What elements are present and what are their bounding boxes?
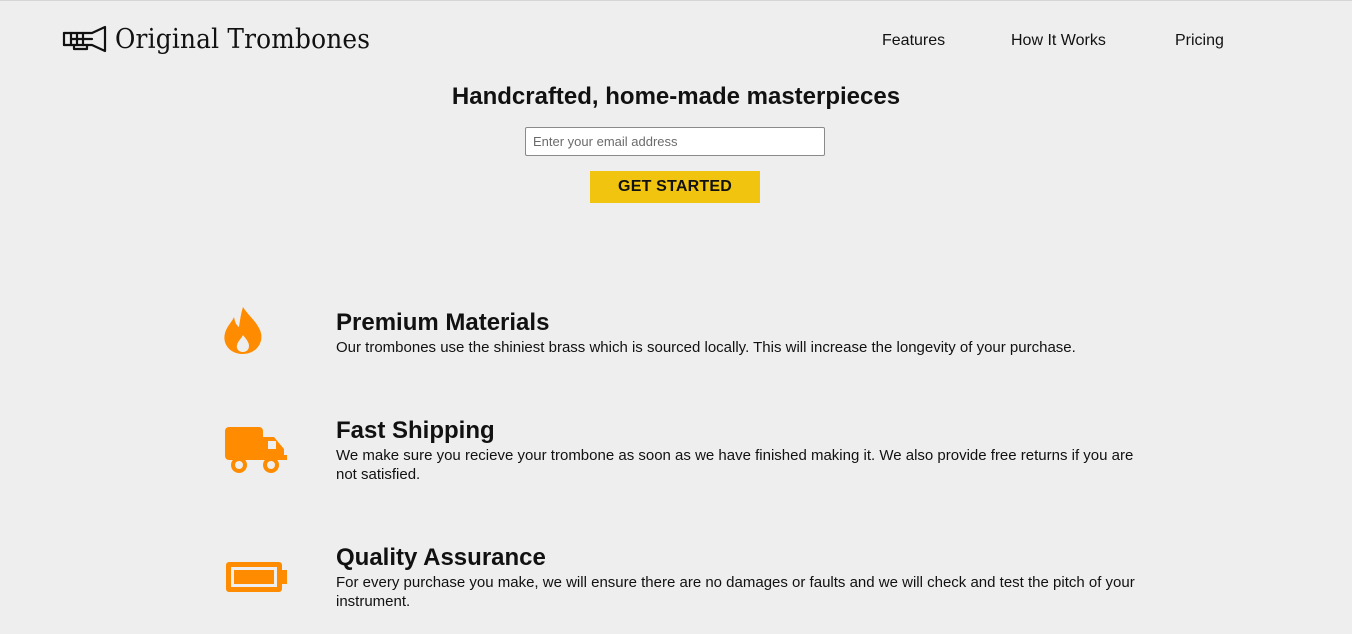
feature-title: Quality Assurance xyxy=(336,544,546,571)
feature-title: Premium Materials xyxy=(336,309,550,336)
email-field[interactable] xyxy=(525,127,825,156)
nav-link-pricing[interactable]: Pricing xyxy=(1175,32,1224,50)
feature-description: We make sure you recieve your trombone a… xyxy=(336,447,1134,483)
main-nav: Features How It Works Pricing xyxy=(0,32,1352,52)
nav-link-features[interactable]: Features xyxy=(882,32,945,50)
fire-icon xyxy=(224,307,262,354)
nav-link-how-it-works[interactable]: How It Works xyxy=(1011,32,1106,50)
battery-icon xyxy=(226,562,287,592)
hero-heading: Handcrafted, home-made masterpieces xyxy=(451,83,901,110)
feature-description: Our trombones use the shiniest brass whi… xyxy=(336,339,1076,356)
landing-page: Original Trombones Features How It Works… xyxy=(0,0,1352,634)
feature-title: Fast Shipping xyxy=(336,417,495,444)
feature-description: For every purchase you make, we will ens… xyxy=(336,574,1135,610)
get-started-button[interactable]: GET STARTED xyxy=(590,171,760,203)
truck-icon xyxy=(225,427,287,473)
